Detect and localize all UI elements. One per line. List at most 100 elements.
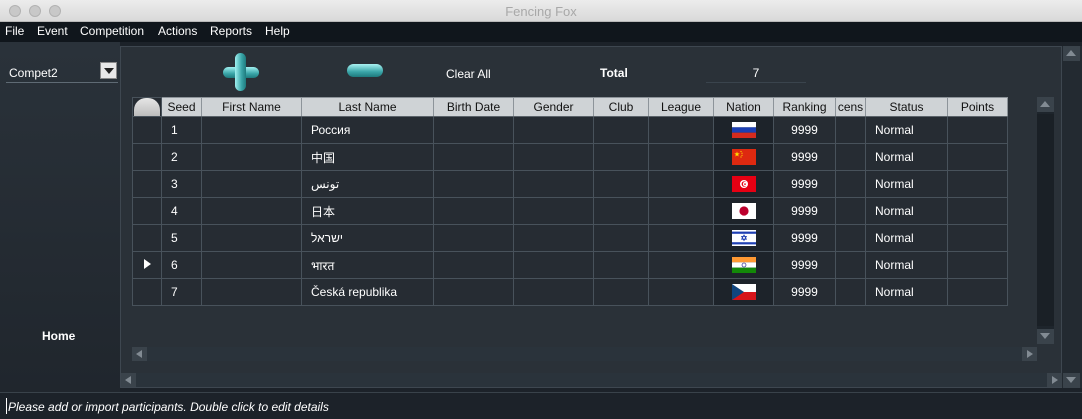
- scroll-right-button[interactable]: [1022, 347, 1037, 361]
- table-row[interactable]: 7 Česká republika 9999 Normal: [132, 278, 1008, 306]
- menu-file[interactable]: File: [5, 24, 24, 38]
- table-row[interactable]: 3 تونس 9999 Normal: [132, 170, 1008, 198]
- cell-points[interactable]: [947, 278, 1008, 306]
- cell-birth-date[interactable]: [433, 251, 514, 279]
- cell-club[interactable]: [593, 251, 649, 279]
- cell-league[interactable]: [648, 143, 714, 171]
- cell-ranking[interactable]: 9999: [773, 251, 836, 279]
- table-row[interactable]: 2 中国 9999 Normal: [132, 143, 1008, 171]
- cell-last-name[interactable]: 日本: [301, 197, 434, 225]
- cell-seed[interactable]: 7: [161, 278, 202, 306]
- cell-licence[interactable]: [835, 170, 866, 198]
- cell-gender[interactable]: [513, 116, 594, 144]
- cell-nation[interactable]: [713, 251, 774, 279]
- cell-licence[interactable]: [835, 224, 866, 252]
- cell-birth-date[interactable]: [433, 116, 514, 144]
- cell-licence[interactable]: [835, 197, 866, 225]
- menu-help[interactable]: Help: [265, 24, 290, 38]
- table-horizontal-scrollbar[interactable]: [132, 347, 1037, 361]
- cell-seed[interactable]: 6: [161, 251, 202, 279]
- cell-seed[interactable]: 3: [161, 170, 202, 198]
- window-scroll-down-button[interactable]: [1063, 373, 1080, 388]
- column-header-points[interactable]: Points: [947, 97, 1008, 117]
- cell-last-name[interactable]: भारत: [301, 251, 434, 279]
- cell-birth-date[interactable]: [433, 143, 514, 171]
- scroll-left-button[interactable]: [132, 347, 147, 361]
- cell-nation[interactable]: [713, 116, 774, 144]
- cell-last-name[interactable]: Россия: [301, 116, 434, 144]
- cell-club[interactable]: [593, 143, 649, 171]
- column-header-last-name[interactable]: Last Name: [301, 97, 434, 117]
- cell-ranking[interactable]: 9999: [773, 224, 836, 252]
- panel-scroll-right-button[interactable]: [1047, 373, 1062, 387]
- cell-league[interactable]: [648, 116, 714, 144]
- panel-horizontal-scrollbar[interactable]: [121, 373, 1062, 387]
- column-header-nation[interactable]: Nation: [713, 97, 774, 117]
- cell-status[interactable]: Normal: [865, 143, 948, 171]
- cell-gender[interactable]: [513, 143, 594, 171]
- column-header-first-name[interactable]: First Name: [201, 97, 302, 117]
- cell-club[interactable]: [593, 116, 649, 144]
- cell-birth-date[interactable]: [433, 197, 514, 225]
- cell-birth-date[interactable]: [433, 170, 514, 198]
- cell-points[interactable]: [947, 251, 1008, 279]
- cell-ranking[interactable]: 9999: [773, 116, 836, 144]
- cell-first-name[interactable]: [201, 278, 302, 306]
- scroll-up-button[interactable]: [1037, 97, 1054, 112]
- row-selector[interactable]: [132, 278, 162, 306]
- row-selector-header[interactable]: [132, 97, 162, 117]
- cell-gender[interactable]: [513, 278, 594, 306]
- cell-gender[interactable]: [513, 197, 594, 225]
- table-row[interactable]: 4 日本 9999 Normal: [132, 197, 1008, 225]
- cell-nation[interactable]: [713, 278, 774, 306]
- scroll-down-button[interactable]: [1037, 329, 1054, 344]
- menu-actions[interactable]: Actions: [158, 24, 197, 38]
- cell-licence[interactable]: [835, 278, 866, 306]
- cell-gender[interactable]: [513, 251, 594, 279]
- home-link[interactable]: Home: [42, 329, 75, 343]
- cell-league[interactable]: [648, 197, 714, 225]
- cell-seed[interactable]: 2: [161, 143, 202, 171]
- cell-first-name[interactable]: [201, 143, 302, 171]
- row-selector[interactable]: [132, 251, 162, 279]
- column-header-status[interactable]: Status: [865, 97, 948, 117]
- cell-last-name[interactable]: 中国: [301, 143, 434, 171]
- cell-last-name[interactable]: Česká republika: [301, 278, 434, 306]
- column-header-seed[interactable]: Seed: [161, 97, 202, 117]
- cell-points[interactable]: [947, 116, 1008, 144]
- cell-nation[interactable]: [713, 224, 774, 252]
- cell-club[interactable]: [593, 197, 649, 225]
- column-header-club[interactable]: Club: [593, 97, 649, 117]
- cell-status[interactable]: Normal: [865, 170, 948, 198]
- cell-club[interactable]: [593, 224, 649, 252]
- cell-league[interactable]: [648, 224, 714, 252]
- cell-points[interactable]: [947, 224, 1008, 252]
- table-row[interactable]: 6 भारत 9999 Normal: [132, 251, 1008, 279]
- column-header-league[interactable]: League: [648, 97, 714, 117]
- cell-league[interactable]: [648, 251, 714, 279]
- cell-seed[interactable]: 1: [161, 116, 202, 144]
- competition-select-value[interactable]: Compet2: [9, 66, 58, 80]
- cell-first-name[interactable]: [201, 251, 302, 279]
- cell-last-name[interactable]: تونس: [301, 170, 434, 198]
- window-scroll-up-button[interactable]: [1063, 46, 1080, 61]
- cell-status[interactable]: Normal: [865, 197, 948, 225]
- cell-nation[interactable]: [713, 197, 774, 225]
- column-header-birth-date[interactable]: Birth Date: [433, 97, 514, 117]
- menu-competition[interactable]: Competition: [80, 24, 144, 38]
- cell-gender[interactable]: [513, 224, 594, 252]
- cell-seed[interactable]: 4: [161, 197, 202, 225]
- cell-licence[interactable]: [835, 251, 866, 279]
- window-vertical-scrollbar[interactable]: [1062, 46, 1082, 388]
- cell-status[interactable]: Normal: [865, 224, 948, 252]
- row-selector[interactable]: [132, 224, 162, 252]
- cell-ranking[interactable]: 9999: [773, 278, 836, 306]
- cell-points[interactable]: [947, 143, 1008, 171]
- menu-reports[interactable]: Reports: [210, 24, 252, 38]
- table-vertical-scrollbar[interactable]: [1037, 97, 1054, 344]
- cell-first-name[interactable]: [201, 170, 302, 198]
- row-selector[interactable]: [132, 143, 162, 171]
- cell-ranking[interactable]: 9999: [773, 143, 836, 171]
- cell-status[interactable]: Normal: [865, 116, 948, 144]
- scroll-track[interactable]: [1037, 114, 1054, 326]
